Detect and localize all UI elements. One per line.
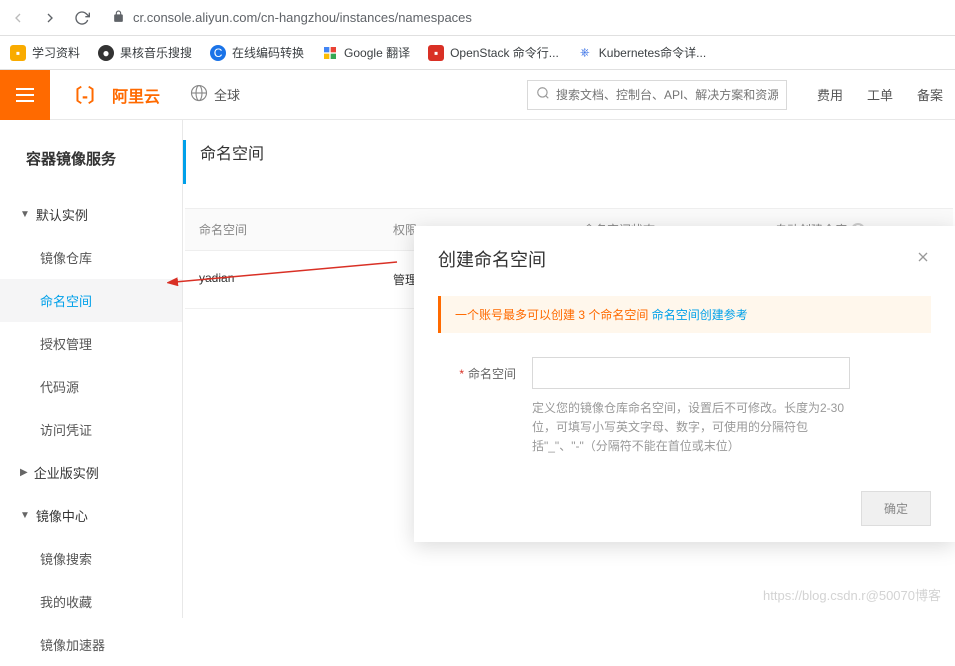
region-label: 全球 [214,85,240,104]
kubernetes-icon: ⎈ [577,45,593,61]
lock-icon [112,10,125,26]
bookmark-item[interactable]: Google 翻译 [322,44,410,61]
sidebar-item-credentials[interactable]: 访问凭证 [0,408,182,451]
col-namespace: 命名空间 [185,209,379,250]
sidebar: 容器镜像服务 ▼默认实例 镜像仓库 命名空间 授权管理 代码源 访问凭证 ▶企业… [0,120,183,618]
form-label: *命名空间 [438,357,516,382]
reload-button[interactable] [72,8,92,28]
sidebar-item-auth[interactable]: 授权管理 [0,322,182,365]
modal-title: 创建命名空间 [438,246,546,272]
namespace-input[interactable] [532,357,850,389]
submit-button[interactable]: 确定 [861,491,931,526]
folder-icon: ▪ [10,45,26,61]
bookmark-item[interactable]: ▪OpenStack 命令行... [428,44,559,61]
bookmark-item[interactable]: ⎈Kubernetes命令详... [577,44,706,61]
search-icon [536,86,550,103]
caret-right-icon: ▶ [20,467,28,478]
hamburger-icon [16,88,34,102]
region-selector[interactable]: 全球 [190,84,240,105]
cell-namespace: yadian [185,251,379,308]
address-bar[interactable]: cr.console.aliyun.com/cn-hangzhou/instan… [104,10,947,26]
search-input[interactable] [556,88,778,102]
alert-message: 一个账号最多可以创建 3 个命名空间 命名空间创建参考 [438,296,931,333]
url-text: cr.console.aliyun.com/cn-hangzhou/instan… [133,10,472,25]
bookmark-item[interactable]: ▪学习资料 [10,44,80,61]
sidebar-item-accelerator[interactable]: 镜像加速器 [0,623,182,666]
header-link-beian[interactable]: 备案 [905,85,955,104]
google-translate-icon [322,45,338,61]
form-hint: 定义您的镜像仓库命名空间，设置后不可修改。长度为2-30位，可填写小写英文字母、… [532,399,852,457]
service-title: 容器镜像服务 [0,138,182,193]
back-button[interactable] [8,8,28,28]
close-button[interactable] [915,248,931,271]
console-header: 〔-〕 阿里云 全球 费用 工单 备案 [0,70,955,120]
sidebar-item-favorites[interactable]: 我的收藏 [0,580,182,623]
menu-toggle[interactable] [0,70,50,120]
logo-text: 阿里云 [112,83,160,107]
sidebar-group-default[interactable]: ▼默认实例 [0,193,182,236]
openstack-icon: ▪ [428,45,444,61]
sidebar-group-imagecenter[interactable]: ▼镜像中心 [0,494,182,537]
required-asterisk: * [459,367,464,381]
watermark: https://blog.csdn.r@50070博客 [763,585,941,604]
search-box[interactable] [527,80,787,110]
sidebar-group-enterprise[interactable]: ▶企业版实例 [0,451,182,494]
aliyun-logo[interactable]: 〔-〕 阿里云 [64,82,160,108]
caret-down-icon: ▼ [20,510,30,521]
site-icon: C [210,45,226,61]
page-title: 命名空间 [183,140,955,184]
sidebar-item-namespace[interactable]: 命名空间 [0,279,182,322]
browser-nav-bar: cr.console.aliyun.com/cn-hangzhou/instan… [0,0,955,36]
create-namespace-modal: 创建命名空间 一个账号最多可以创建 3 个命名空间 命名空间创建参考 *命名空间… [414,226,955,542]
header-link-fee[interactable]: 费用 [805,85,855,104]
form-row-namespace: *命名空间 定义您的镜像仓库命名空间，设置后不可修改。长度为2-30位，可填写小… [438,357,931,457]
modal-header: 创建命名空间 [414,226,955,288]
modal-body: 一个账号最多可以创建 3 个命名空间 命名空间创建参考 *命名空间 定义您的镜像… [414,288,955,475]
sidebar-item-repos[interactable]: 镜像仓库 [0,236,182,279]
sidebar-item-codesource[interactable]: 代码源 [0,365,182,408]
bookmark-item[interactable]: ●果核音乐搜搜 [98,44,192,61]
forward-button[interactable] [40,8,60,28]
alert-link[interactable]: 命名空间创建参考 [652,308,748,322]
site-icon: ● [98,45,114,61]
bookmark-item[interactable]: C在线编码转换 [210,44,304,61]
globe-icon [190,84,208,105]
sidebar-item-search[interactable]: 镜像搜索 [0,537,182,580]
caret-down-icon: ▼ [20,209,30,220]
header-link-ticket[interactable]: 工单 [855,85,905,104]
modal-footer: 确定 [414,475,955,542]
logo-icon: 〔-〕 [64,82,106,108]
bookmarks-bar: ▪学习资料 ●果核音乐搜搜 C在线编码转换 Google 翻译 ▪OpenSta… [0,36,955,70]
